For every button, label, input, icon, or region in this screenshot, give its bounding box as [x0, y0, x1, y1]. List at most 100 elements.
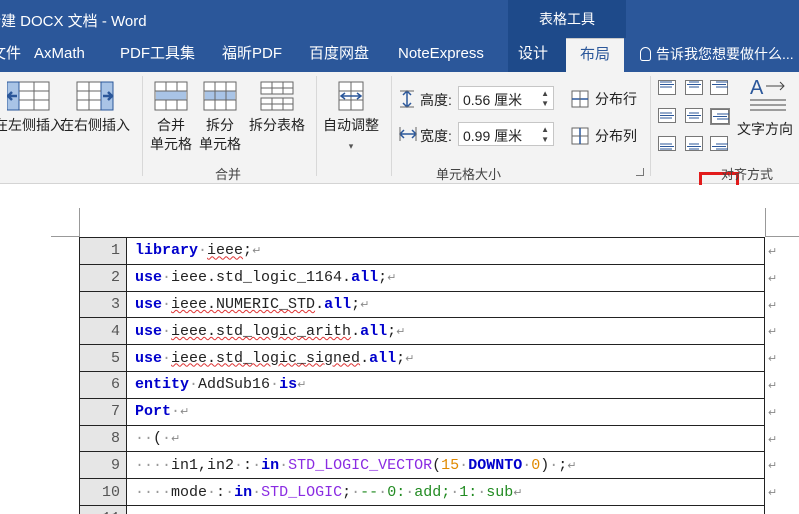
end-of-row-mark: ↵ — [768, 406, 778, 419]
table-row[interactable]: 1 library·ieee;↵ — [79, 237, 765, 265]
table-row[interactable]: 6 entity·AddSub16·is↵ — [79, 370, 765, 399]
row-height-label: 高度: — [420, 92, 452, 108]
tab-design[interactable]: 设计 — [508, 38, 566, 72]
code-cell[interactable]: ····mode·:·in·STD_LOGIC;·--·0:·add;·1:·s… — [126, 478, 765, 506]
column-width-input[interactable]: 0.99 厘米 ▲ ▼ — [458, 122, 554, 146]
align-bottom-center-icon — [685, 136, 703, 151]
distribute-columns-icon — [571, 127, 589, 145]
insert-right-button[interactable]: 在右侧插入 — [60, 80, 130, 135]
tab-foxit-pdf[interactable]: 福昕PDF — [222, 38, 282, 72]
merge-cells-button[interactable]: 合并 单元格 — [150, 80, 192, 154]
end-of-row-mark: ↵ — [768, 353, 778, 366]
column-width-value: 0.99 厘米 — [463, 128, 523, 144]
align-center-center-button[interactable] — [685, 108, 705, 125]
table-row[interactable]: 5 use·ieee.std_logic_signed.all;↵ — [79, 344, 765, 372]
autofit-dropdown-icon: ▾ — [348, 141, 354, 151]
code-cell[interactable]: ····in1,in2·:·in·STD_LOGIC_VECTOR(15·DOW… — [126, 451, 765, 480]
title-bar: 新建 DOCX 文档 - Word 表格工具 — [0, 0, 799, 38]
code-cell[interactable]: use·ieee.NUMERIC_STD.all;↵ — [126, 290, 765, 319]
line-number: 5 — [79, 344, 127, 372]
spin-up-icon[interactable]: ▲ — [541, 89, 549, 98]
code-table[interactable]: 1 library·ieee;↵ 2 use·ieee.std_logic_11… — [79, 237, 765, 514]
tab-axmath[interactable]: AxMath — [34, 38, 85, 72]
code-cell[interactable]: entity·AddSub16·is↵ — [126, 370, 765, 399]
spin-up-icon[interactable]: ▲ — [541, 125, 549, 134]
line-number: 6 — [79, 370, 127, 399]
align-center-right-button[interactable] — [710, 108, 730, 125]
ribbon-tab-bar: 文件 AxMath PDF工具集 福昕PDF 百度网盘 NoteExpress … — [0, 38, 799, 72]
insert-right-icon — [76, 81, 114, 111]
line-number: 2 — [79, 263, 127, 292]
insert-left-button[interactable]: 在左侧插入 — [0, 80, 64, 135]
crop-mark — [79, 208, 80, 237]
code-cell[interactable]: use·ieee.std_logic_1164.all;↵ — [126, 263, 765, 292]
tab-pdf-tools[interactable]: PDF工具集 — [120, 38, 195, 72]
table-row[interactable]: 7 Port·↵ — [79, 397, 765, 426]
end-of-row-mark: ↵ — [768, 380, 778, 392]
table-row[interactable]: 10 ····mode·:·in·STD_LOGIC;·--·0:·add;·1… — [79, 478, 765, 506]
align-center-right-icon — [711, 109, 729, 124]
split-cells-icon — [203, 81, 237, 111]
code-cell[interactable]: Port·↵ — [126, 397, 765, 426]
separator — [142, 76, 143, 176]
line-number: 3 — [79, 290, 127, 319]
end-of-row-mark: ↵ — [768, 487, 778, 500]
align-top-center-button[interactable] — [685, 80, 705, 97]
table-row[interactable]: 11 — [79, 504, 765, 514]
tab-file[interactable]: 文件 — [0, 38, 21, 72]
table-row[interactable]: 3 use·ieee.NUMERIC_STD.all;↵ — [79, 290, 765, 319]
tab-baidu-netdisk[interactable]: 百度网盘 — [309, 38, 369, 72]
insert-left-label: 在左侧插入 — [0, 117, 64, 133]
split-table-button[interactable]: 拆分表格 — [249, 80, 305, 135]
code-cell[interactable]: use·ieee.std_logic_signed.all;↵ — [126, 344, 765, 372]
split-cells-label-1: 拆分 — [206, 117, 234, 133]
separator — [316, 76, 317, 176]
split-cells-button[interactable]: 拆分 单元格 — [199, 80, 241, 154]
table-row[interactable]: 4 use·ieee.std_logic_arith.all;↵ — [79, 317, 765, 346]
ribbon-layout: 在左侧插入 在右侧插入 合并 单元格 拆分 单元格 拆分表格 合并 自动调整 ▾… — [0, 72, 799, 207]
crop-mark — [765, 208, 766, 237]
tell-me-text: 告诉我您想要做什么... — [656, 46, 794, 62]
align-center-left-button[interactable] — [658, 108, 678, 125]
row-height-input[interactable]: 0.56 厘米 ▲ ▼ — [458, 86, 554, 110]
align-bottom-right-icon — [710, 136, 728, 151]
cell-size-dialog-launcher-icon[interactable] — [636, 168, 644, 176]
distribute-columns-button[interactable]: 分布列 — [571, 126, 637, 146]
align-bottom-left-icon — [658, 136, 676, 151]
separator — [391, 76, 392, 176]
align-bottom-left-button[interactable] — [658, 136, 678, 153]
spin-down-icon[interactable]: ▼ — [541, 99, 549, 108]
end-of-row-mark: ↵ — [768, 299, 778, 312]
table-row[interactable]: 2 use·ieee.std_logic_1164.all;↵ — [79, 263, 765, 292]
code-cell[interactable]: library·ieee;↵ — [126, 237, 765, 265]
code-cell[interactable] — [126, 504, 765, 514]
code-cell[interactable]: use·ieee.std_logic_arith.all;↵ — [126, 317, 765, 346]
table-row[interactable]: 9 ····in1,in2·:·in·STD_LOGIC_VECTOR(15·D… — [79, 451, 765, 480]
spin-down-icon[interactable]: ▼ — [541, 135, 549, 144]
split-table-icon — [260, 81, 294, 111]
align-bottom-right-button[interactable] — [710, 136, 730, 153]
end-of-row-mark: ↵ — [768, 326, 778, 339]
window-title: 新建 DOCX 文档 - Word — [0, 13, 147, 30]
table-row[interactable]: 8 ··(·↵ — [79, 424, 765, 453]
merge-cells-icon — [154, 81, 188, 111]
merge-cells-label-2: 单元格 — [150, 136, 192, 152]
line-number: 9 — [79, 451, 127, 480]
align-bottom-center-button[interactable] — [685, 136, 705, 153]
distribute-rows-icon — [571, 90, 589, 108]
align-top-left-icon — [658, 80, 676, 95]
crop-mark — [51, 236, 80, 237]
align-top-right-button[interactable] — [710, 80, 730, 97]
code-cell[interactable]: ··(·↵ — [126, 424, 765, 453]
align-center-left-icon — [658, 108, 676, 123]
tell-me-box[interactable]: 告诉我您想要做什么... — [640, 38, 794, 72]
align-top-left-button[interactable] — [658, 80, 678, 97]
document-area[interactable]: 1 library·ieee;↵ 2 use·ieee.std_logic_11… — [0, 185, 799, 514]
autofit-button[interactable]: 自动调整 ▾ — [323, 80, 379, 156]
tab-layout[interactable]: 布局 — [566, 38, 625, 72]
split-table-label: 拆分表格 — [249, 117, 305, 133]
tab-noteexpress[interactable]: NoteExpress — [398, 38, 484, 72]
row-height-value: 0.56 厘米 — [463, 92, 523, 108]
text-direction-button[interactable]: A 文字方向 — [737, 76, 793, 139]
distribute-rows-button[interactable]: 分布行 — [571, 89, 637, 109]
